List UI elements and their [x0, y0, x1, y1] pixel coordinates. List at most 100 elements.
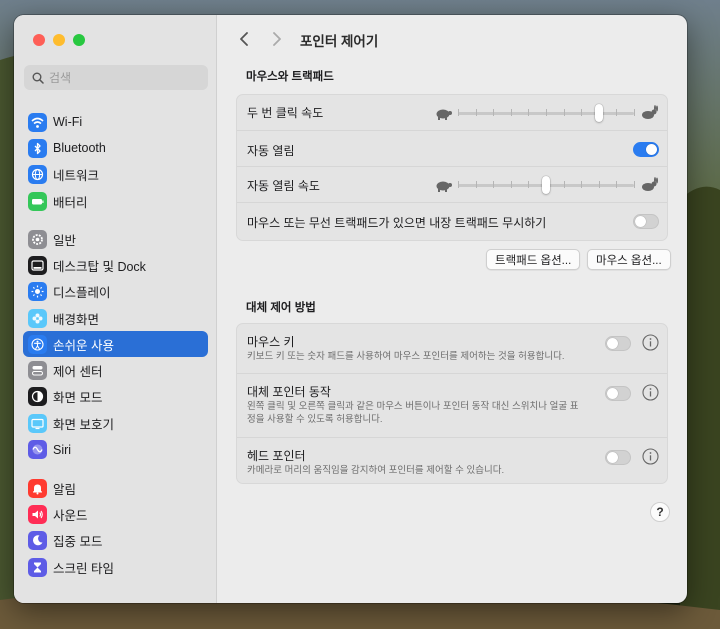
sidebar-item-globe[interactable]: 네트워크: [23, 162, 208, 188]
screensaver-icon: [28, 413, 47, 433]
gear-icon: [28, 229, 47, 249]
appearance-icon: [28, 387, 47, 407]
rabbit-icon: [639, 177, 659, 193]
sidebar-item-label: 집중 모드: [53, 535, 103, 550]
sidebar-item-sun[interactable]: 디스플레이: [23, 279, 208, 305]
info-icon[interactable]: [642, 334, 659, 351]
sidebar-group-network: Wi-Fi Bluetooth 네트워크배터리: [23, 109, 208, 214]
double-click-speed-slider[interactable]: [433, 103, 659, 123]
search-field[interactable]: [24, 65, 208, 90]
search-input[interactable]: [49, 70, 199, 85]
ignore-trackpad-toggle[interactable]: [633, 214, 659, 229]
slider-tick: [510, 181, 512, 188]
toggle-knob: [635, 216, 646, 227]
sidebar-item-appearance[interactable]: 화면 모드: [23, 384, 208, 410]
alt-control-description: 왼쪽 클릭 및 오른쪽 클릭과 같은 마우스 버튼이나 포인터 동작 대신 스위…: [247, 401, 579, 425]
sidebar-item-label: Siri: [53, 442, 72, 457]
slider-thumb[interactable]: [542, 176, 550, 194]
sidebar-item-label: Bluetooth: [53, 141, 106, 156]
sidebar-item-label: 디스플레이: [53, 286, 111, 301]
alt-control-toggle[interactable]: [605, 450, 631, 465]
back-button[interactable]: [232, 27, 256, 51]
slider-tick: [598, 181, 600, 188]
minimize-button[interactable]: [53, 34, 65, 46]
sidebar-item-speaker[interactable]: 사운드: [23, 501, 208, 527]
bluetooth-icon: [28, 138, 47, 158]
sidebar-item-bell[interactable]: 알림: [23, 475, 208, 501]
slider-tick: [616, 109, 618, 116]
sidebar-item-label: 화면 모드: [53, 391, 103, 406]
zoom-button[interactable]: [73, 34, 85, 46]
sidebar-item-label: 스크린 타임: [53, 561, 114, 576]
alt-control-toggle[interactable]: [605, 336, 631, 351]
slider-tick: [634, 181, 635, 188]
sidebar-item-moon[interactable]: 집중 모드: [23, 528, 208, 554]
section-title-alt: 대체 제어 방법: [246, 302, 316, 314]
toggle-knob: [607, 452, 618, 463]
info-icon[interactable]: [642, 448, 659, 465]
slider-tick: [493, 181, 495, 188]
help-button[interactable]: ?: [650, 502, 670, 522]
alt-control-description: 카메라로 머리의 움직임을 감지하여 포인터를 제어할 수 있습니다.: [247, 465, 505, 476]
trackpad-options-button[interactable]: 트랙패드 옵션...: [486, 249, 581, 270]
slider-tick: [493, 109, 495, 116]
sidebar-item-bluetooth[interactable]: Bluetooth: [23, 135, 208, 161]
sidebar-item-label: 배경화면: [53, 312, 100, 327]
spring-loading-speed-slider[interactable]: [433, 175, 659, 195]
sidebar-item-battery[interactable]: 배터리: [23, 188, 208, 214]
wifi-icon: [28, 112, 47, 132]
sidebar-item-screensaver[interactable]: 화면 보호기: [23, 410, 208, 436]
speaker-icon: [28, 504, 47, 524]
slider-tick: [563, 109, 565, 116]
sidebar-item-siri[interactable]: Siri: [23, 436, 208, 462]
slider-thumb[interactable]: [594, 104, 603, 122]
alternate-control-group: 마우스 키 키보드 키 또는 숫자 패드를 사용하여 마우스 포인터를 제어하는 …: [236, 323, 668, 484]
info-icon[interactable]: [642, 384, 659, 401]
alt-control-label: 마우스 키: [247, 335, 295, 349]
mouse-options-button[interactable]: 마우스 옵션...: [587, 249, 671, 270]
rabbit-icon: [639, 105, 659, 121]
sidebar-item-control-center[interactable]: 제어 센터: [23, 357, 208, 383]
ignore-trackpad-label: 마우스 또는 무선 트랙패드가 있으면 내장 트랙패드 무시하기: [247, 216, 547, 230]
settings-window: Wi-Fi Bluetooth 네트워크배터리 일반데스크탑 및 Dock 디스플레이…: [14, 15, 687, 603]
close-button[interactable]: [33, 34, 45, 46]
sidebar-item-label: 알림: [53, 482, 77, 497]
spring-loading-toggle[interactable]: [633, 142, 659, 157]
turtle-icon: [433, 177, 453, 193]
siri-icon: [28, 440, 47, 460]
accessibility-icon: [28, 334, 47, 354]
battery-icon: [28, 191, 47, 211]
flower-icon: [28, 308, 47, 328]
sidebar-item-label: 일반: [53, 233, 77, 248]
sidebar-item-gear[interactable]: 일반: [23, 226, 208, 252]
sidebar-item-label: 배터리: [53, 195, 88, 210]
sidebar-item-label: 네트워크: [53, 169, 100, 184]
page-title: 포인터 제어기: [300, 34, 379, 49]
dock-icon: [28, 255, 47, 275]
slider-tick: [581, 109, 583, 116]
chevron-left-icon: [240, 32, 248, 46]
alt-control-label: 헤드 포인터: [247, 449, 306, 463]
sidebar-item-flower[interactable]: 배경화면: [23, 305, 208, 331]
turtle-icon: [433, 105, 453, 121]
double-click-label: 두 번 클릭 속도: [247, 106, 324, 120]
alt-control-toggle[interactable]: [605, 386, 631, 401]
sidebar-item-hourglass[interactable]: 스크린 타임: [23, 554, 208, 580]
bell-icon: [28, 478, 47, 498]
sidebar-item-wifi[interactable]: Wi-Fi: [23, 109, 208, 135]
slider-tick: [546, 109, 547, 116]
alt-control-label: 대체 포인터 동작: [247, 385, 331, 399]
slider-tick: [528, 181, 530, 188]
spring-speed-label: 자동 열림 속도: [247, 179, 320, 193]
sidebar-item-label: 사운드: [53, 508, 88, 523]
spring-loading-row: 자동 열림: [237, 131, 667, 167]
sidebar-group-system: 일반데스크탑 및 Dock 디스플레이배경화면손쉬운 사용 제어 센터화면 모드화면…: [23, 226, 208, 463]
sidebar-item-dock[interactable]: 데스크탑 및 Dock: [23, 252, 208, 278]
sidebar-item-accessibility[interactable]: 손쉬운 사용: [23, 331, 208, 358]
forward-button[interactable]: [265, 27, 289, 51]
alt-control-row: 대체 포인터 동작왼쪽 클릭 및 오른쪽 클릭과 같은 마우스 버튼이나 포인터…: [237, 374, 667, 438]
window-controls: [33, 34, 85, 46]
alt-control-row: 마우스 키 키보드 키 또는 숫자 패드를 사용하여 마우스 포인터를 제어하는 …: [237, 324, 667, 374]
chevron-right-icon: [273, 32, 281, 46]
slider-tick: [458, 181, 459, 188]
